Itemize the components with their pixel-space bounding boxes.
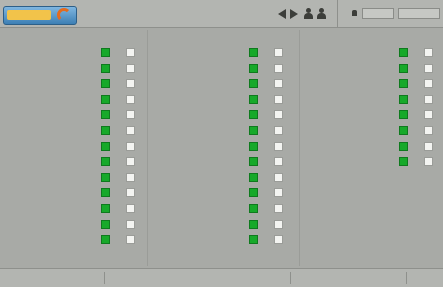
setting-checkbox-b[interactable] bbox=[424, 95, 433, 104]
setting-checkbox-a[interactable] bbox=[249, 142, 258, 151]
setting-checkbox-a[interactable] bbox=[101, 79, 110, 88]
setting-checkbox-b[interactable] bbox=[126, 157, 135, 166]
setting-checkbox-b[interactable] bbox=[424, 142, 433, 151]
setting-checkbox-a[interactable] bbox=[101, 110, 110, 119]
header-divider bbox=[337, 0, 338, 27]
setting-checkbox-b[interactable] bbox=[126, 126, 135, 135]
status-cell-1 bbox=[4, 272, 105, 284]
person-icon[interactable] bbox=[317, 8, 326, 19]
setting-checkbox-a[interactable] bbox=[399, 48, 408, 57]
setting-checkbox-b[interactable] bbox=[274, 64, 283, 73]
setting-checkbox-a[interactable] bbox=[249, 173, 258, 182]
setting-checkbox-b[interactable] bbox=[126, 188, 135, 197]
setting-checkbox-a[interactable] bbox=[399, 79, 408, 88]
setting-checkbox-a[interactable] bbox=[399, 126, 408, 135]
setting-checkbox-a[interactable] bbox=[399, 64, 408, 73]
setting-checkbox-a[interactable] bbox=[101, 126, 110, 135]
status-cell-3 bbox=[296, 272, 407, 284]
column-divider bbox=[299, 30, 300, 266]
setting-checkbox-b[interactable] bbox=[274, 79, 283, 88]
setting-checkbox-a[interactable] bbox=[249, 220, 258, 229]
setting-checkbox-b[interactable] bbox=[126, 64, 135, 73]
setting-checkbox-a[interactable] bbox=[249, 48, 258, 57]
setting-checkbox-b[interactable] bbox=[126, 235, 135, 244]
setting-checkbox-b[interactable] bbox=[274, 204, 283, 213]
setting-checkbox-a[interactable] bbox=[101, 157, 110, 166]
setting-checkbox-b[interactable] bbox=[126, 142, 135, 151]
setting-checkbox-b[interactable] bbox=[274, 142, 283, 151]
next-arrow-icon[interactable] bbox=[290, 9, 298, 19]
setting-checkbox-b[interactable] bbox=[274, 48, 283, 57]
setting-checkbox-b[interactable] bbox=[126, 79, 135, 88]
setting-checkbox-a[interactable] bbox=[101, 95, 110, 104]
setting-checkbox-a[interactable] bbox=[101, 64, 110, 73]
status-cell-2 bbox=[110, 272, 291, 284]
setting-checkbox-b[interactable] bbox=[274, 188, 283, 197]
setting-checkbox-a[interactable] bbox=[249, 126, 258, 135]
setting-checkbox-b[interactable] bbox=[126, 204, 135, 213]
setting-checkbox-b[interactable] bbox=[274, 173, 283, 182]
column-divider bbox=[147, 30, 148, 266]
setting-checkbox-a[interactable] bbox=[249, 188, 258, 197]
setting-checkbox-a[interactable] bbox=[101, 48, 110, 57]
setting-checkbox-a[interactable] bbox=[101, 235, 110, 244]
setting-checkbox-a[interactable] bbox=[399, 157, 408, 166]
setting-checkbox-a[interactable] bbox=[101, 188, 110, 197]
setting-checkbox-b[interactable] bbox=[424, 110, 433, 119]
header-field-2[interactable] bbox=[398, 8, 440, 19]
setting-checkbox-a[interactable] bbox=[249, 157, 258, 166]
setting-checkbox-a[interactable] bbox=[101, 220, 110, 229]
setting-checkbox-a[interactable] bbox=[399, 95, 408, 104]
bell-icon bbox=[352, 10, 357, 16]
person-icon[interactable] bbox=[304, 8, 313, 19]
setting-checkbox-a[interactable] bbox=[249, 204, 258, 213]
setting-checkbox-b[interactable] bbox=[126, 95, 135, 104]
setting-checkbox-b[interactable] bbox=[126, 110, 135, 119]
setting-checkbox-b[interactable] bbox=[274, 110, 283, 119]
setting-checkbox-b[interactable] bbox=[274, 157, 283, 166]
setting-checkbox-a[interactable] bbox=[101, 173, 110, 182]
setting-checkbox-b[interactable] bbox=[126, 173, 135, 182]
setting-checkbox-b[interactable] bbox=[126, 48, 135, 57]
app-logo bbox=[3, 6, 77, 25]
setting-checkbox-a[interactable] bbox=[249, 64, 258, 73]
prev-arrow-icon[interactable] bbox=[278, 9, 286, 19]
setting-checkbox-b[interactable] bbox=[424, 48, 433, 57]
header-field-1[interactable] bbox=[362, 8, 394, 19]
app-header bbox=[0, 0, 443, 28]
setting-checkbox-b[interactable] bbox=[424, 79, 433, 88]
setting-checkbox-b[interactable] bbox=[274, 235, 283, 244]
setting-checkbox-b[interactable] bbox=[274, 220, 283, 229]
setting-checkbox-b[interactable] bbox=[126, 220, 135, 229]
logo-text bbox=[7, 10, 51, 20]
setting-checkbox-a[interactable] bbox=[249, 95, 258, 104]
setting-checkbox-a[interactable] bbox=[249, 110, 258, 119]
status-bar bbox=[0, 268, 443, 287]
setting-checkbox-a[interactable] bbox=[249, 79, 258, 88]
setting-checkbox-b[interactable] bbox=[274, 126, 283, 135]
setting-checkbox-a[interactable] bbox=[249, 235, 258, 244]
setting-checkbox-a[interactable] bbox=[399, 110, 408, 119]
setting-checkbox-b[interactable] bbox=[424, 157, 433, 166]
setting-checkbox-a[interactable] bbox=[101, 204, 110, 213]
setting-checkbox-a[interactable] bbox=[399, 142, 408, 151]
setting-checkbox-b[interactable] bbox=[424, 64, 433, 73]
setting-checkbox-a[interactable] bbox=[101, 142, 110, 151]
logo-swirl-icon bbox=[57, 8, 71, 22]
setting-checkbox-b[interactable] bbox=[274, 95, 283, 104]
setting-checkbox-b[interactable] bbox=[424, 126, 433, 135]
